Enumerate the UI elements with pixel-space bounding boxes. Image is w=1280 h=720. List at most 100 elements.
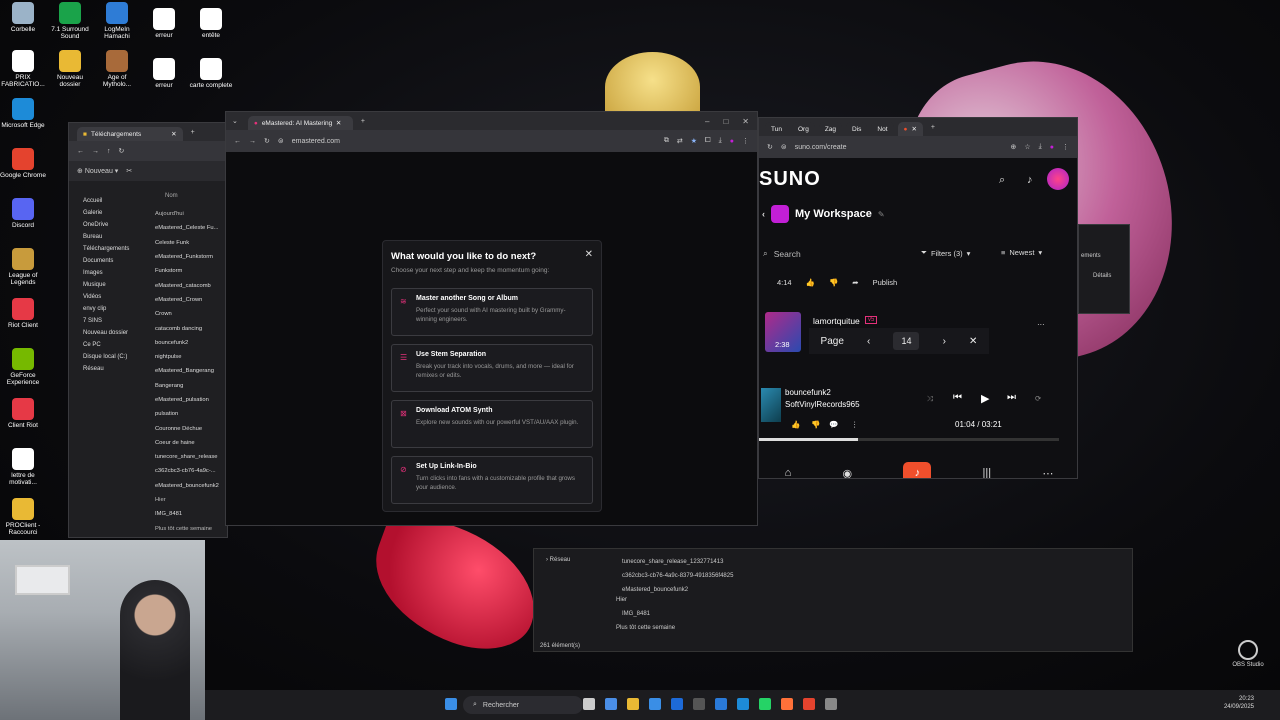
desktop-icon[interactable]: Riot Client — [0, 298, 46, 329]
nav-item[interactable]: Vidéos — [69, 291, 147, 303]
new-tab-icon[interactable]: + — [931, 124, 935, 131]
page-number-input[interactable]: 14 — [893, 332, 920, 350]
translate-icon[interactable]: ⇄ — [677, 137, 683, 145]
desktop-icon[interactable]: 7.1 Surround Sound — [47, 2, 93, 41]
edge-icon[interactable] — [737, 698, 749, 710]
file-row[interactable]: eMastered_Bangerang — [155, 364, 225, 378]
now-playing-title[interactable]: bouncefunk2 — [785, 388, 831, 397]
desktop-icon[interactable]: League of Legends — [0, 248, 46, 287]
close-window-icon[interactable]: ✕ — [742, 117, 749, 126]
modal-option[interactable]: ☰ Use Stem Separation Break your track int… — [391, 344, 593, 392]
refresh-icon[interactable]: ↻ — [264, 137, 270, 145]
more-icon[interactable]: ⋯ — [1042, 467, 1053, 479]
filters-button[interactable]: ⏷ Filters (3) ▾ — [921, 248, 970, 258]
share-icon[interactable]: ➦ — [852, 278, 858, 287]
zoom-icon[interactable]: ⊕ — [1011, 143, 1017, 151]
desktop-icon[interactable]: erreur — [141, 58, 187, 89]
search-input[interactable]: ⌕ Search — [763, 248, 801, 259]
emastered-tab[interactable]: ● eMastered: AI Mastering & ✕ — [247, 116, 353, 130]
modal-option[interactable]: ≋ Master another Song or Album Perfect you… — [391, 288, 593, 336]
extensions-icon[interactable]: ⧠ — [705, 137, 711, 145]
group-yesterday[interactable]: Hier — [155, 493, 225, 507]
nav-item[interactable]: Images — [69, 267, 147, 279]
back-icon[interactable]: ← — [77, 148, 84, 155]
chevron-left-icon[interactable]: ‹ — [762, 209, 765, 219]
group-week[interactable]: Plus tôt cette semaine — [155, 522, 225, 536]
file-row[interactable]: c362cbc3-cb76-4a9c-8379-4918356f4825 — [622, 569, 733, 583]
task-view-icon[interactable] — [583, 698, 595, 710]
file-row[interactable]: Funkstorm — [155, 264, 225, 278]
desktop-icon[interactable]: Discord — [0, 198, 46, 229]
cut-icon[interactable]: ✂ — [126, 167, 132, 175]
close-icon[interactable]: ✕ — [911, 125, 916, 133]
profile-avatar[interactable]: ● — [730, 138, 734, 145]
avatar[interactable] — [1047, 168, 1069, 190]
search-icon[interactable]: ⌕ — [999, 174, 1005, 187]
nav-item[interactable]: Accueil — [69, 195, 147, 207]
file-row[interactable]: c362cbc3-cb76-4a9c-... — [155, 464, 225, 478]
file-row[interactable]: nightpulse — [155, 350, 225, 364]
next-page-icon[interactable]: › — [943, 336, 946, 347]
file-row[interactable]: eMastered_pulsation — [155, 393, 225, 407]
modal-option[interactable]: ⊠ Download ATOM Synth Explore new sounds w… — [391, 400, 593, 448]
forward-icon[interactable]: → — [92, 148, 99, 155]
taskbar-search[interactable]: ⌕ Rechercher — [463, 696, 583, 714]
download-icon[interactable]: ⤓ — [1039, 143, 1042, 151]
obs-desktop-icon[interactable]: OBS Studio — [1228, 640, 1268, 668]
chrome-icon[interactable] — [803, 698, 815, 710]
nav-item[interactable]: Ce PC — [69, 339, 147, 351]
song-title[interactable]: lamortquitue — [813, 316, 860, 326]
play-icon[interactable]: ▶ — [981, 392, 989, 405]
up-icon[interactable]: ↑ — [107, 148, 111, 155]
nav-reseau[interactable]: › Réseau — [546, 557, 570, 563]
desktop-icon[interactable]: erreur — [141, 8, 187, 39]
browser-tab[interactable]: Zag — [818, 122, 843, 136]
url-field[interactable]: emastered.com — [292, 138, 340, 145]
more-icon[interactable]: ⋯ — [1037, 320, 1045, 329]
repeat-icon[interactable]: ⟳ — [1035, 394, 1041, 403]
dislike-icon[interactable]: 👎 — [811, 420, 820, 429]
desktop-icon[interactable]: PROClient - Raccourci — [0, 498, 46, 537]
prev-page-icon[interactable]: ‹ — [867, 336, 870, 347]
firefox-icon[interactable] — [781, 698, 793, 710]
desktop-icon[interactable]: Google Chrome — [0, 148, 46, 179]
now-playing-artist[interactable]: SoftVinylRecords965 — [785, 400, 860, 409]
modal-option[interactable]: ⊘ Set Up Link-In-Bio Turn clicks into fans… — [391, 456, 593, 504]
song-row[interactable]: 4:14 👍 👎 ➦ Publish — [777, 278, 897, 287]
browser-tab[interactable]: Org — [791, 122, 815, 136]
column-name[interactable]: Nom — [165, 193, 178, 199]
suno-logo[interactable]: SUNO — [759, 168, 821, 191]
file-row[interactable]: Couronne Déchue — [155, 421, 225, 435]
dislike-icon[interactable]: 👎 — [829, 278, 838, 287]
browser-tab[interactable]: Dis — [846, 122, 868, 136]
nav-item[interactable]: Bureau — [69, 231, 147, 243]
file-row[interactable]: tunecore_share_release — [155, 450, 225, 464]
file-row[interactable]: Celeste Funk — [155, 236, 225, 250]
app-icon[interactable] — [693, 698, 705, 710]
bell-icon[interactable]: ♪ — [1027, 174, 1033, 186]
nav-item[interactable]: Nouveau dossier — [69, 327, 147, 339]
like-icon[interactable]: 👍 — [791, 420, 800, 429]
file-row[interactable]: eMastered_catacomb — [155, 278, 225, 292]
desktop-icon[interactable]: Client Riot — [0, 398, 46, 429]
file-row[interactable]: IMG_8481 — [622, 611, 650, 617]
install-icon[interactable]: ⧉ — [664, 137, 669, 145]
download-icon[interactable]: ⤓ — [719, 137, 722, 145]
library-icon[interactable]: ||| — [983, 467, 992, 478]
desktop-icon[interactable]: carte complete — [188, 58, 234, 89]
nav-item[interactable]: envy clip — [69, 303, 147, 315]
new-button[interactable]: ⊕ Nouveau ▾ — [77, 167, 118, 175]
back-icon[interactable]: ← — [234, 138, 241, 145]
nav-item[interactable]: 7 SINS — [69, 315, 147, 327]
now-playing-cover[interactable] — [761, 388, 781, 422]
nav-item[interactable]: Réseau — [69, 363, 147, 375]
desktop-icon[interactable]: Age of Mytholo... — [94, 50, 140, 89]
file-row[interactable]: eMastered_Celeste Fu... — [155, 221, 225, 235]
whatsapp-icon[interactable] — [759, 698, 771, 710]
system-clock[interactable]: 20:23 24/09/2025 — [1224, 695, 1254, 712]
close-icon[interactable]: ✕ — [969, 336, 977, 347]
file-row[interactable]: Crown — [155, 307, 225, 321]
more-icon[interactable]: ⋮ — [851, 420, 859, 429]
file-row[interactable]: pulsation — [155, 407, 225, 421]
desktop-icon[interactable]: Microsoft Edge — [0, 98, 46, 129]
